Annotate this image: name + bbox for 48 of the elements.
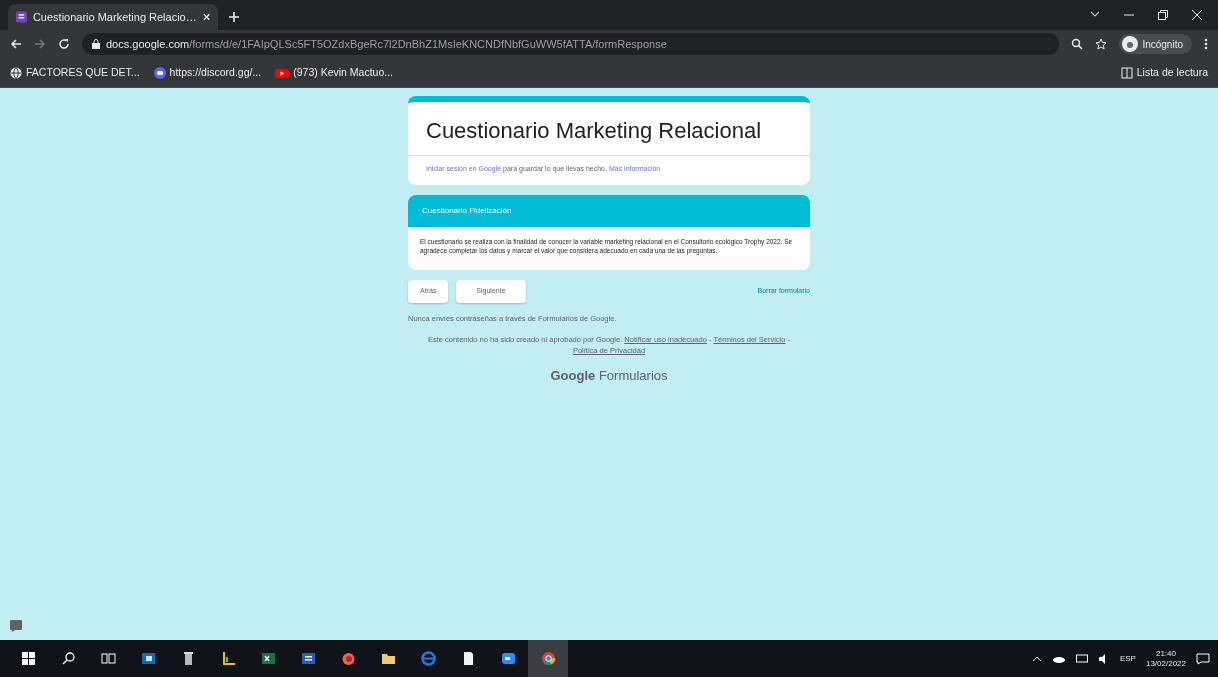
chart-icon <box>220 651 236 666</box>
reading-list-button[interactable]: Lista de lectura <box>1120 64 1208 81</box>
url-text: docs.google.com/forms/d/e/1FAIpQLSc5FT5OZdxBgeRc7l2DnBhZ1MsIeKNCNDfNbfGuWW5fATTA/formResponse <box>106 36 667 52</box>
network-icon[interactable] <box>1075 653 1088 664</box>
form-icon <box>16 11 27 23</box>
browser-tab[interactable]: Cuestionario Marketing Relacio… <box>8 4 218 30</box>
profile-button[interactable]: Incógnito <box>1119 34 1192 54</box>
chrome-icon <box>540 651 556 666</box>
tab-title: Cuestionario Marketing Relacio… <box>32 9 197 25</box>
address-bar[interactable]: docs.google.com/forms/d/e/1FAIpQLSc5FT5OZdxBgeRc7l2DnBhZ1MsIeKNCNDfNbfGuWW5fATTA/formResponse <box>82 33 1060 55</box>
section-title: Cuestionario Fidelización <box>408 194 810 227</box>
close-icon[interactable] <box>202 13 210 21</box>
bookmark[interactable]: https://discord.gg/... <box>153 64 262 81</box>
video-call-icon <box>500 651 516 666</box>
chevron-up-icon[interactable] <box>1031 655 1042 662</box>
document-app-icon <box>300 651 316 666</box>
mail-app-icon <box>140 651 156 666</box>
incognito-avatar-icon <box>1122 36 1139 52</box>
search-icon <box>60 651 76 666</box>
menu-icon[interactable] <box>1204 38 1208 50</box>
browser-e-icon <box>420 651 436 666</box>
close-icon[interactable] <box>1192 10 1202 20</box>
cloud-icon[interactable] <box>1051 654 1066 663</box>
book-icon <box>1120 66 1133 79</box>
task-view-icon <box>100 651 116 666</box>
notification-icon[interactable] <box>1196 652 1210 665</box>
globe-icon <box>10 66 22 79</box>
clock[interactable]: 21:40 13/02/2022 <box>1145 648 1186 669</box>
new-tab-icon[interactable] <box>228 11 240 23</box>
restore-icon[interactable] <box>1158 10 1168 20</box>
chevron-down-icon[interactable] <box>1090 10 1100 18</box>
form-title: Cuestionario Marketing Relacional <box>425 117 763 145</box>
brand-logo: Google Formularios <box>550 367 668 386</box>
lock-icon <box>92 39 100 49</box>
language-indicator[interactable]: ESP <box>1119 652 1136 665</box>
folder-icon <box>380 651 396 666</box>
play-icon <box>275 66 290 79</box>
windows-icon <box>20 651 36 666</box>
chat-bubble-icon <box>153 66 166 79</box>
forward-arrow-icon[interactable] <box>34 38 46 50</box>
feedback-icon[interactable] <box>10 620 22 632</box>
zoom-icon[interactable] <box>1071 38 1084 50</box>
bookmark[interactable]: FACTORES QUE DET... <box>10 64 140 81</box>
star-icon[interactable] <box>1095 38 1108 50</box>
reload-icon[interactable] <box>58 38 70 50</box>
spreadsheet-app-icon <box>260 651 276 666</box>
back-arrow-icon[interactable] <box>10 38 22 50</box>
bookmark[interactable]: (973) Kevin Mactuo... <box>275 64 393 81</box>
